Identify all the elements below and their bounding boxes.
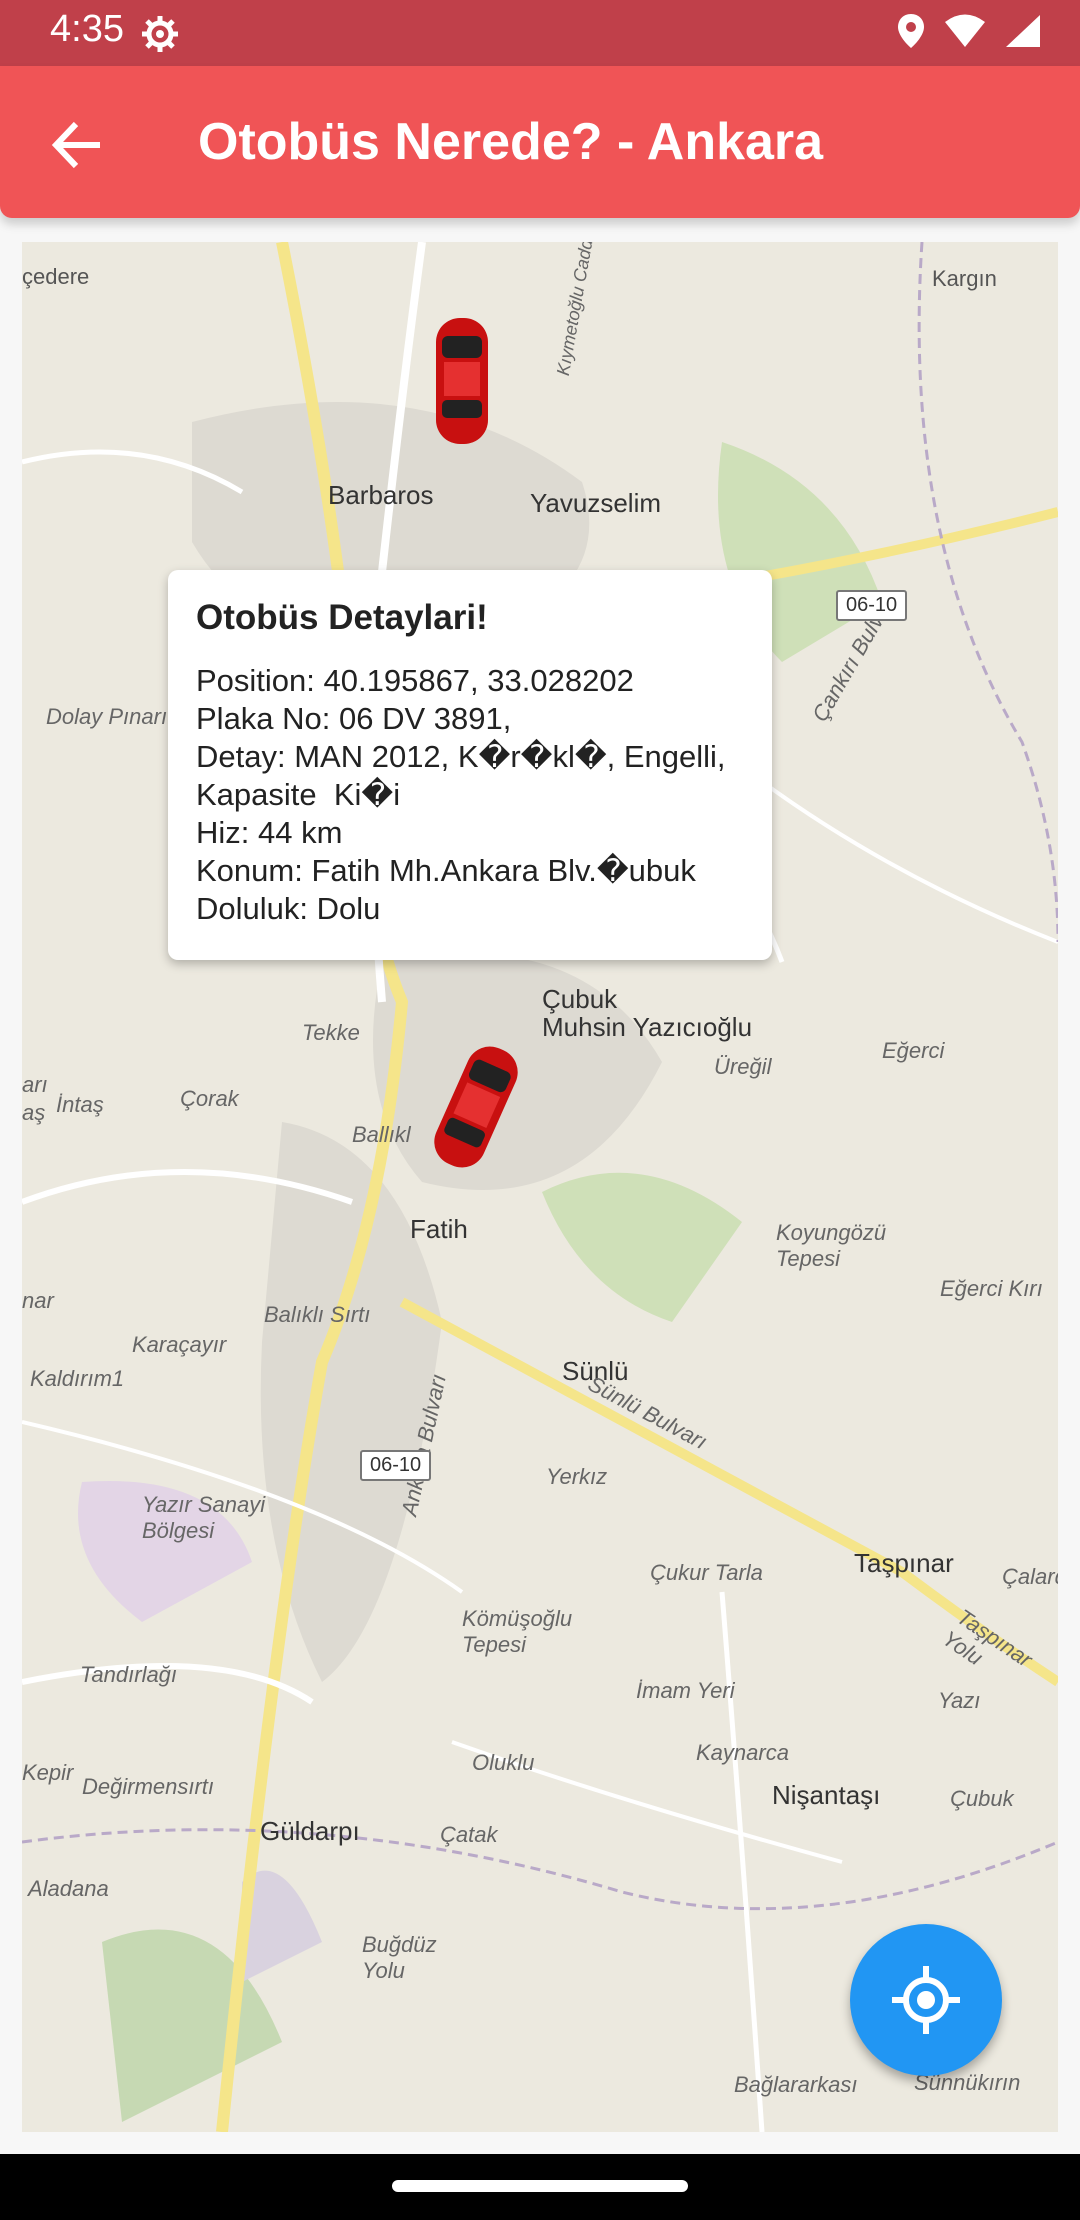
map-label: Kaldırım1 [30, 1366, 125, 1391]
map-label: Çubuk [950, 1786, 1014, 1811]
road-badge: 06-10 [836, 590, 908, 621]
map-label: Balıklı Sırtı [264, 1302, 371, 1327]
map-label: Çatak [440, 1822, 498, 1847]
map-label: İmam Yeri [636, 1678, 735, 1703]
signal-icon [1006, 15, 1040, 47]
map-label: Yazı [938, 1688, 981, 1713]
map-label: Fatih [410, 1214, 468, 1244]
page-title: Otobüs Nerede? - Ankara [198, 113, 824, 171]
map-label: Barbaros [328, 480, 434, 510]
my-location-icon [892, 1966, 960, 2034]
popup-capacity: Kapasite Ki�i [196, 777, 401, 812]
map-label: Üreğil [714, 1054, 772, 1079]
app-bar: Otobüs Nerede? - Ankara [0, 66, 1080, 218]
map-label: Çorak [180, 1086, 239, 1111]
map-label: Bağlararkası [734, 2072, 858, 2097]
map-label: Tandırlağı [80, 1662, 178, 1687]
bus-marker-icon[interactable] [432, 316, 492, 446]
popup-plate: Plaka No: 06 DV 3891, [196, 701, 512, 736]
map-label: Kargın [932, 266, 997, 291]
popup-title: Otobüs Detaylari! [196, 598, 488, 637]
map-label: arı [22, 1072, 48, 1097]
map-label: Güldarpı [260, 1816, 360, 1846]
map-label: Yavuzselim [530, 488, 662, 518]
navigation-bar [0, 2154, 1080, 2220]
map-label: Muhsin Yazıcıoğlu [542, 1012, 753, 1042]
popup-detail: Detay: MAN 2012, K�r�kl�, Engelli, [196, 739, 726, 774]
map-label: nar [22, 1288, 54, 1313]
popup-speed: Hiz: 44 km [196, 815, 343, 850]
map-label: Nişantaşı [772, 1780, 881, 1810]
map-label: Aladana [28, 1876, 109, 1901]
map-label: Eğerci Kırı [940, 1276, 1043, 1301]
wifi-icon [945, 14, 985, 47]
settings-gear-icon [142, 16, 178, 52]
arrow-left-icon[interactable] [42, 110, 112, 180]
map-label: Karaçayır [132, 1332, 227, 1357]
map-label: Çubuk [542, 984, 618, 1014]
popup-location: Konum: Fatih Mh.Ankara Blv.�ubuk [196, 853, 696, 888]
map-view[interactable]: çedere Barbaros Yavuzselim Kargın Dolay … [22, 242, 1058, 2132]
map-label: Kepir [22, 1760, 74, 1785]
map-roads [22, 242, 1058, 2132]
map-label: aş [22, 1100, 46, 1125]
map-label: Buğdüz Yolu [362, 1932, 437, 1983]
map-label: Kömüşoğlu Tepesi [462, 1606, 573, 1657]
status-time: 4:35 [50, 8, 124, 50]
map-label: Eğerci [882, 1038, 945, 1063]
map-label: Yazır Sanayi Bölgesi [142, 1492, 266, 1543]
map-label: Ballıkl [352, 1122, 411, 1147]
popup-body: Position: 40.195867, 33.028202 Plaka No:… [196, 662, 756, 928]
map-label: Oluklu [472, 1750, 535, 1775]
map-label: Çalardı [1002, 1564, 1058, 1589]
map-label: çedere [22, 264, 90, 289]
map-label: Taşpınar [854, 1548, 954, 1578]
map-label: Değirmensırtı [82, 1774, 215, 1799]
map-label: Çukur Tarla [650, 1560, 763, 1585]
popup-occupancy: Doluluk: Dolu [196, 891, 381, 926]
map-label: Yerkız [546, 1464, 608, 1489]
location-pin-icon [898, 14, 924, 48]
map-label: Koyungözü Tepesi [776, 1220, 887, 1271]
home-handle[interactable] [392, 2180, 688, 2192]
road-badge: 06-10 [360, 1450, 432, 1481]
map-label: İntaş [56, 1092, 104, 1117]
map-label: Tekke [302, 1020, 360, 1045]
bus-details-popup[interactable]: Otobüs Detaylari! Position: 40.195867, 3… [168, 570, 772, 960]
my-location-button[interactable] [850, 1924, 1002, 2076]
popup-position: Position: 40.195867, 33.028202 [196, 663, 634, 698]
map-label: Dolay Pınarı [46, 704, 168, 729]
map-label: Kaynarca [696, 1740, 789, 1765]
status-bar: 4:35 [0, 0, 1080, 66]
